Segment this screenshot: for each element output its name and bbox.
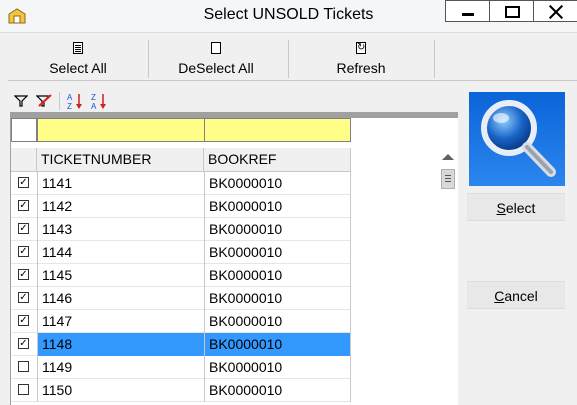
table-row[interactable]: ✓ 1142 BK0000010 (11, 195, 351, 218)
filter-row (11, 118, 351, 142)
minimize-button[interactable] (445, 0, 490, 22)
bookref-cell: BK0000010 (204, 379, 351, 402)
toolbar-divider (148, 40, 149, 78)
bookref-filter-input[interactable] (204, 118, 351, 142)
deselect-all-label: DeSelect All (178, 60, 254, 76)
svg-text:Z: Z (91, 93, 96, 102)
blank-document-icon (211, 42, 221, 54)
table-row[interactable]: ✓ 1143 BK0000010 (11, 218, 351, 241)
filter-row-indicator (11, 118, 37, 142)
document-lines-icon (73, 42, 83, 54)
row-checkbox[interactable]: ✓ (18, 338, 29, 349)
sort-ascending-icon[interactable]: A Z (66, 92, 84, 110)
row-checkbox[interactable]: ✓ (18, 292, 29, 303)
column-header-bookref[interactable]: BOOKREF (204, 148, 351, 171)
scrollbar-thumb[interactable] (441, 169, 455, 189)
bookref-cell: BK0000010 (204, 195, 351, 218)
refresh-label: Refresh (336, 60, 386, 76)
bookref-cell: BK0000010 (204, 287, 351, 310)
row-checkbox[interactable] (18, 361, 29, 372)
select-button-label: Select (496, 200, 536, 216)
toolbar-divider (288, 40, 289, 78)
select-all-button[interactable]: Select All (28, 36, 128, 80)
svg-text:A: A (67, 93, 73, 102)
select-button[interactable]: Select (467, 193, 565, 221)
table-row[interactable]: ✓ 1147 BK0000010 (11, 310, 351, 333)
grid-header: TICKETNUMBER BOOKREF (11, 148, 351, 172)
column-header-ticketnumber[interactable]: TICKETNUMBER (37, 148, 204, 171)
row-checkbox[interactable]: ✓ (18, 269, 29, 280)
refresh-button[interactable]: ↻ Refresh (308, 36, 414, 80)
ticketnumber-cell: 1143 (37, 218, 204, 241)
sort-descending-icon[interactable]: Z A (90, 92, 108, 110)
vertical-scrollbar[interactable] (438, 148, 458, 405)
filter-icon[interactable] (14, 95, 28, 107)
scroll-up-arrow-icon[interactable] (442, 154, 454, 160)
toolbar: Select All DeSelect All ↻ Refresh (8, 36, 577, 81)
title-bar: Select UNSOLD Tickets (0, 0, 577, 33)
select-all-label: Select All (49, 60, 107, 76)
row-checkbox[interactable]: ✓ (18, 177, 29, 188)
bookref-cell: BK0000010 (204, 356, 351, 379)
refresh-icon: ↻ (356, 42, 366, 54)
row-checkbox[interactable]: ✓ (18, 315, 29, 326)
row-checkbox[interactable]: ✓ (18, 200, 29, 211)
table-row[interactable]: 1149 BK0000010 (11, 356, 351, 379)
ticketnumber-cell: 1147 (37, 310, 204, 333)
table-row[interactable]: ✓ 1148 BK0000010 (11, 333, 351, 356)
bookref-cell: BK0000010 (204, 218, 351, 241)
toolbar-divider (434, 40, 435, 78)
magnifier-icon (481, 100, 556, 177)
bookref-cell: BK0000010 (204, 333, 351, 356)
grid-toolbar-divider (59, 92, 60, 110)
row-checkbox[interactable] (18, 384, 29, 395)
deselect-all-button[interactable]: DeSelect All (158, 36, 274, 80)
ticketnumber-cell: 1149 (37, 356, 204, 379)
bookref-cell: BK0000010 (204, 172, 351, 195)
row-checkbox[interactable]: ✓ (18, 246, 29, 257)
bookref-cell: BK0000010 (204, 264, 351, 287)
ticketnumber-filter-input[interactable] (37, 118, 205, 142)
table-row[interactable]: ✓ 1145 BK0000010 (11, 264, 351, 287)
ticketnumber-cell: 1146 (37, 287, 204, 310)
svg-text:A: A (91, 102, 97, 110)
table-row[interactable]: ✓ 1144 BK0000010 (11, 241, 351, 264)
ticketnumber-cell: 1144 (37, 241, 204, 264)
row-checkbox[interactable]: ✓ (18, 223, 29, 234)
header-indicator (11, 148, 37, 171)
magnifier-image (469, 92, 565, 186)
clear-filter-icon[interactable] (36, 94, 52, 108)
cancel-button[interactable]: Cancel (467, 281, 565, 309)
cancel-button-label: Cancel (494, 288, 538, 304)
close-button[interactable] (533, 0, 577, 22)
table-row[interactable]: 1150 BK0000010 (11, 379, 351, 402)
tickets-grid: TICKETNUMBER BOOKREF ✓ 1141 BK0000010 ✓ 1142… (10, 112, 458, 405)
table-row[interactable]: ✓ 1141 BK0000010 (11, 172, 351, 195)
ticketnumber-cell: 1141 (37, 172, 204, 195)
ticketnumber-cell: 1142 (37, 195, 204, 218)
maximize-button[interactable] (489, 0, 534, 22)
ticketnumber-cell: 1150 (37, 379, 204, 402)
ticketnumber-cell: 1148 (37, 333, 204, 356)
bookref-cell: BK0000010 (204, 310, 351, 333)
svg-text:Z: Z (67, 102, 72, 110)
ticketnumber-cell: 1145 (37, 264, 204, 287)
table-row[interactable]: ✓ 1146 BK0000010 (11, 287, 351, 310)
bookref-cell: BK0000010 (204, 241, 351, 264)
